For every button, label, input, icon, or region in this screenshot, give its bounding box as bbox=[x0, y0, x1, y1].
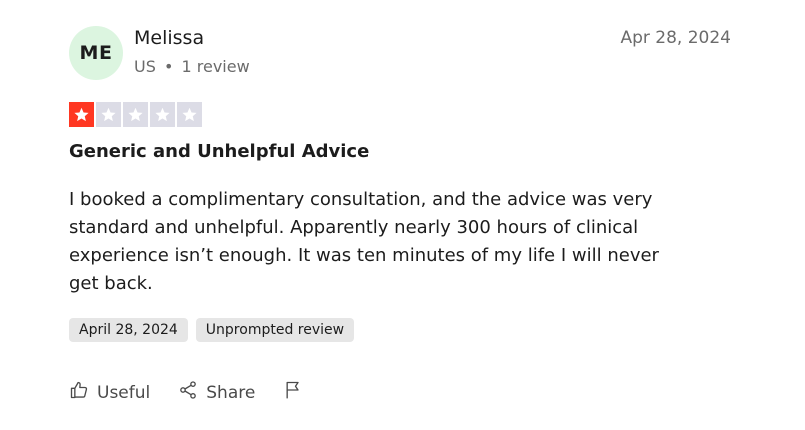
review-body: I booked a complimentary consultation, a… bbox=[69, 189, 659, 294]
reviewer-country: US bbox=[134, 57, 156, 76]
review-actions: Useful Share bbox=[69, 380, 331, 405]
share-button[interactable]: Share bbox=[178, 380, 255, 405]
review-type-chip[interactable]: Unprompted review bbox=[195, 318, 355, 342]
star-rating bbox=[69, 102, 202, 127]
share-label: Share bbox=[206, 382, 256, 403]
thumbs-up-icon bbox=[69, 380, 89, 405]
useful-button[interactable]: Useful bbox=[69, 380, 150, 405]
star-icon bbox=[150, 102, 175, 127]
review-card: ME Melissa US • 1 review Apr 28, 2024 Ge… bbox=[0, 0, 805, 430]
reviewer-review-count: 1 review bbox=[181, 57, 250, 76]
useful-label: Useful bbox=[97, 382, 151, 403]
avatar[interactable]: ME bbox=[69, 26, 123, 80]
star-icon bbox=[69, 102, 94, 127]
experience-date-chip: April 28, 2024 bbox=[69, 318, 188, 342]
review-chips: April 28, 2024 Unprompted review bbox=[69, 318, 355, 342]
report-button[interactable] bbox=[283, 380, 303, 405]
reviewer-name[interactable]: Melissa bbox=[134, 27, 204, 49]
avatar-initials: ME bbox=[79, 42, 113, 64]
review-title[interactable]: Generic and Unhelpful Advice bbox=[69, 141, 369, 162]
flag-icon bbox=[283, 380, 303, 405]
review-date: Apr 28, 2024 bbox=[620, 28, 731, 48]
share-icon bbox=[178, 380, 198, 405]
star-icon bbox=[96, 102, 121, 127]
star-icon bbox=[123, 102, 148, 127]
star-icon bbox=[177, 102, 202, 127]
reviewer-meta: US • 1 review bbox=[134, 57, 250, 76]
meta-separator: • bbox=[163, 57, 174, 76]
